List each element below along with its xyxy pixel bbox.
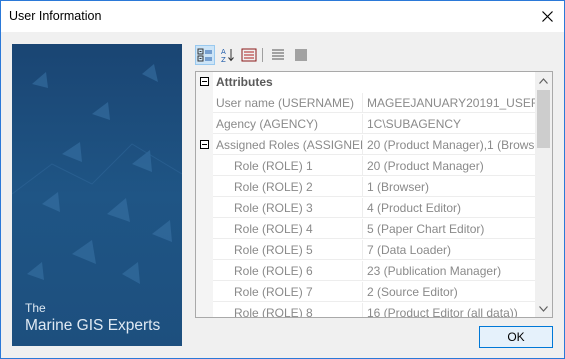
property-name: Role (ROLE) 1 (213, 156, 363, 176)
property-row[interactable]: Role (ROLE) 57 (Data Loader) (196, 240, 536, 261)
property-value[interactable]: MAGEEJANUARY20191_USER (363, 93, 536, 113)
property-value[interactable]: 16 (Product Editor (all data)) (363, 303, 536, 317)
row-gutter (196, 156, 213, 177)
collapse-icon[interactable] (200, 77, 209, 86)
close-icon (541, 11, 553, 22)
chevron-down-icon (539, 305, 548, 312)
property-row[interactable]: Role (ROLE) 21 (Browser) (196, 177, 536, 198)
property-value[interactable]: 7 (Data Loader) (363, 240, 536, 260)
scrollbar-thumb[interactable] (537, 90, 550, 148)
svg-text:Z: Z (221, 56, 226, 63)
ok-button[interactable]: OK (479, 326, 553, 348)
property-name: Role (ROLE) 4 (213, 219, 363, 239)
collapse-all-button[interactable] (291, 45, 311, 65)
row-gutter (196, 72, 213, 93)
row-gutter (196, 135, 213, 156)
property-name: Role (ROLE) 7 (213, 282, 363, 302)
property-row[interactable]: User name (USERNAME) MAGEEJANUARY20191_US… (196, 93, 536, 114)
category-label: Attributes (216, 75, 273, 89)
row-gutter (196, 219, 213, 240)
property-row[interactable]: Assigned Roles (ASSIGNED_ROLES)20 (Produ… (196, 135, 536, 156)
vertical-scrollbar[interactable] (535, 72, 552, 317)
category-row[interactable]: Attributes (196, 72, 536, 93)
scroll-down-button[interactable] (535, 300, 552, 317)
property-name: Agency (AGENCY) (213, 114, 363, 134)
property-pages-icon (241, 48, 257, 62)
row-gutter (196, 261, 213, 282)
row-gutter (196, 198, 213, 219)
property-value[interactable]: 4 (Product Editor) (363, 198, 536, 218)
chevron-up-icon (539, 77, 548, 84)
property-name: Role (ROLE) 6 (213, 261, 363, 281)
row-gutter (196, 303, 213, 317)
property-name: Role (ROLE) 2 (213, 177, 363, 197)
property-name: Assigned Roles (ASSIGNED_ROLES) (213, 135, 363, 155)
row-gutter (196, 177, 213, 198)
property-row[interactable]: Role (ROLE) 1 20 (Product Manager) (196, 156, 536, 177)
user-information-dialog: User Information The Marine GIS Experts … (0, 0, 565, 359)
toolbar-separator (262, 48, 263, 62)
scroll-up-button[interactable] (535, 72, 552, 89)
property-name: Role (ROLE) 8 (213, 303, 363, 317)
brand-banner-image: The Marine GIS Experts (12, 44, 182, 346)
row-gutter (196, 240, 213, 261)
property-row[interactable]: Role (ROLE) 34 (Product Editor) (196, 198, 536, 219)
property-value[interactable]: 20 (Product Manager) (363, 156, 536, 176)
collapse-icon[interactable] (200, 140, 209, 149)
categorized-button[interactable] (195, 45, 215, 65)
row-gutter (196, 282, 213, 303)
sort-alphabetical-icon: A Z (221, 48, 234, 63)
property-grid[interactable]: Attributes User name (USERNAME) MAGEEJANU… (195, 71, 553, 318)
banner-tagline: Marine GIS Experts (25, 317, 161, 334)
property-pages-button[interactable] (239, 45, 259, 65)
banner-tagline-prefix: The (25, 301, 46, 315)
property-value[interactable]: 5 (Paper Chart Editor) (363, 219, 536, 239)
property-value[interactable]: 1 (Browser) (363, 177, 536, 197)
property-value[interactable]: 23 (Publication Manager) (363, 261, 536, 281)
svg-text:A: A (221, 48, 226, 56)
property-value[interactable]: 1C\SUBAGENCY (363, 114, 536, 134)
title-bar: User Information (1, 1, 564, 32)
property-name: Role (ROLE) 5 (213, 240, 363, 260)
expand-all-icon (272, 49, 284, 60)
property-row[interactable]: Role (ROLE) 8 16 (Product Editor (all dat… (196, 303, 536, 317)
collapse-all-icon (295, 49, 307, 61)
property-value[interactable]: 2 (Source Editor) (363, 282, 536, 302)
row-gutter (196, 114, 213, 135)
property-name: Role (ROLE) 3 (213, 198, 363, 218)
property-row[interactable]: Agency (AGENCY) 1C\SUBAGENCY (196, 114, 536, 135)
row-gutter (196, 93, 213, 114)
property-name: User name (USERNAME) (213, 93, 363, 113)
property-row[interactable]: Role (ROLE) 72 (Source Editor) (196, 282, 536, 303)
property-row[interactable]: Role (ROLE) 45 (Paper Chart Editor) (196, 219, 536, 240)
property-row[interactable]: Role (ROLE) 6 23 (Publication Manager) (196, 261, 536, 282)
property-value[interactable]: 20 (Product Manager),1 (Browser) (363, 135, 536, 155)
categorized-icon (197, 48, 212, 62)
window-title: User Information (9, 9, 102, 23)
expand-all-button[interactable] (268, 45, 288, 65)
sort-alphabetical-button[interactable]: A Z (218, 45, 238, 65)
close-button[interactable] (530, 1, 564, 32)
